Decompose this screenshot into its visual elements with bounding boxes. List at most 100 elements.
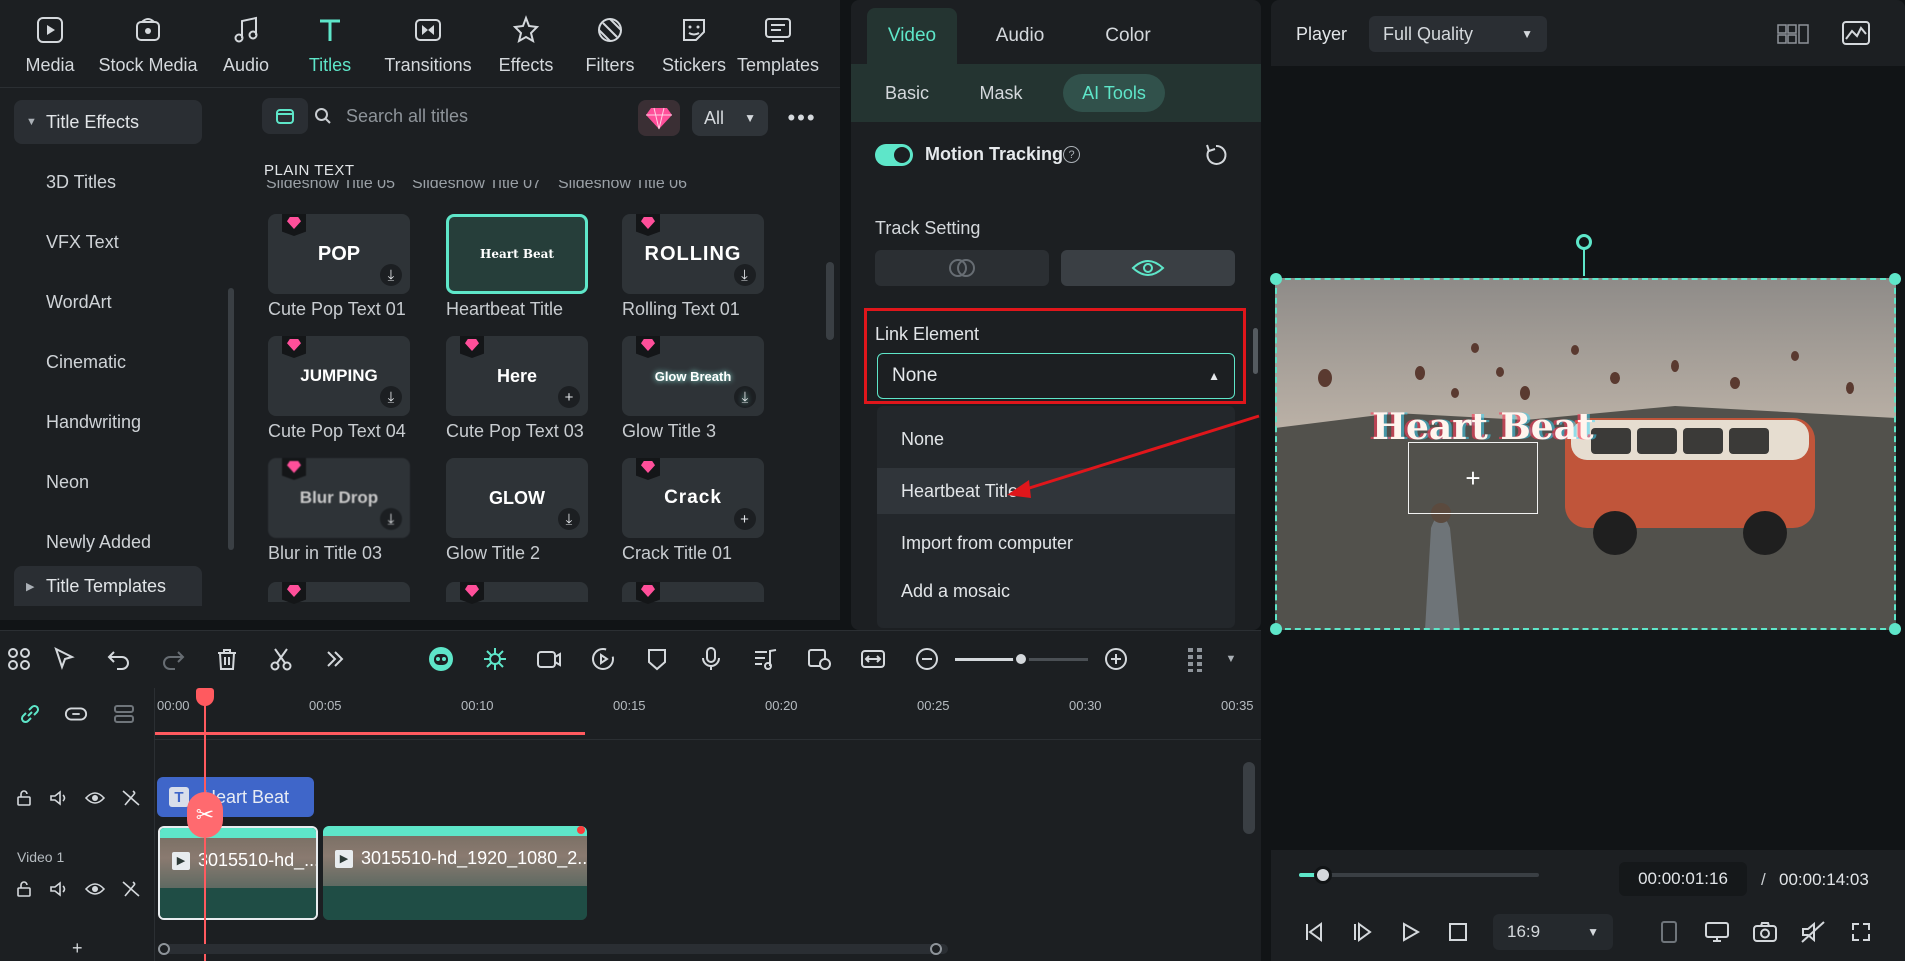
eye-icon[interactable] bbox=[83, 877, 107, 901]
ai-video-button[interactable] bbox=[534, 644, 564, 674]
subtab-ai-tools[interactable]: AI Tools bbox=[1063, 74, 1165, 112]
download-icon[interactable]: ⤓ bbox=[558, 508, 580, 530]
redo-button[interactable] bbox=[158, 644, 188, 674]
next-frame-button[interactable] bbox=[1348, 918, 1376, 946]
motion-tracking-target-box[interactable]: + bbox=[1408, 442, 1538, 514]
snapshot-button[interactable] bbox=[1751, 918, 1779, 946]
title-tile-cute-pop-text-04[interactable]: JUMPING ⤓ bbox=[268, 336, 410, 416]
audio-mixer-button[interactable] bbox=[750, 644, 780, 674]
select-tool-button[interactable] bbox=[50, 644, 80, 674]
sidebar-item-handwriting[interactable]: Handwriting bbox=[0, 400, 220, 444]
delete-button[interactable] bbox=[212, 644, 242, 674]
more-options-button[interactable]: ••• bbox=[782, 100, 822, 136]
render-preview-button[interactable] bbox=[588, 644, 618, 674]
video-clip[interactable]: ▶ 3015510-hd_1920_1080_2... bbox=[323, 826, 587, 920]
title-tile-blur-in-title-03[interactable]: Blur Drop ⤓ bbox=[268, 458, 410, 538]
search-input[interactable]: Search all titles bbox=[314, 98, 554, 134]
tab-stock-media[interactable]: Stock Media bbox=[92, 0, 204, 88]
zoom-slider-knob[interactable] bbox=[1013, 651, 1029, 667]
title-clip[interactable]: T Heart Beat bbox=[157, 777, 314, 817]
download-icon[interactable]: ⤓ bbox=[380, 264, 402, 286]
sidebar-item-3d-titles[interactable]: 3D Titles bbox=[0, 160, 220, 204]
tab-templates[interactable]: Templates bbox=[736, 0, 820, 88]
timeline-options-button[interactable] bbox=[1180, 644, 1210, 674]
playhead-handle[interactable] bbox=[196, 688, 214, 706]
track-setting-mode-b-button[interactable] bbox=[1061, 250, 1235, 286]
undo-button[interactable] bbox=[104, 644, 134, 674]
tab-color[interactable]: Color bbox=[1083, 8, 1173, 64]
play-button[interactable] bbox=[1396, 918, 1424, 946]
tab-stickers[interactable]: Stickers bbox=[652, 0, 736, 88]
tab-effects[interactable]: Effects bbox=[484, 0, 568, 88]
lock-icon[interactable] bbox=[12, 877, 36, 901]
marker-button[interactable] bbox=[642, 644, 672, 674]
title-tile-partial[interactable] bbox=[446, 582, 588, 604]
group-link-icon[interactable] bbox=[64, 702, 88, 726]
sidebar-item-cinematic[interactable]: Cinematic bbox=[0, 340, 220, 384]
tab-transitions[interactable]: Transitions bbox=[372, 0, 484, 88]
resize-handle[interactable] bbox=[1270, 623, 1282, 635]
tab-filters[interactable]: Filters bbox=[568, 0, 652, 88]
layout-grid-icon[interactable] bbox=[1777, 22, 1809, 46]
sidebar-item-vfx-text[interactable]: VFX Text bbox=[0, 220, 220, 264]
link-element-dropdown[interactable]: None ▲ bbox=[877, 353, 1235, 399]
mute-button[interactable] bbox=[1799, 918, 1827, 946]
scopes-icon[interactable] bbox=[1841, 20, 1871, 46]
download-icon[interactable]: ⤓ bbox=[734, 264, 756, 286]
fit-timeline-button[interactable] bbox=[858, 644, 888, 674]
link-icon[interactable] bbox=[18, 702, 42, 726]
resize-handle[interactable] bbox=[1889, 623, 1901, 635]
titles-grid-scrollbar[interactable] bbox=[826, 262, 834, 340]
tab-media[interactable]: Media bbox=[8, 0, 92, 88]
timeline-ruler[interactable] bbox=[155, 688, 1261, 740]
eye-icon[interactable] bbox=[83, 786, 107, 810]
add-icon[interactable]: + bbox=[734, 508, 756, 530]
sidebar-item-title-effects[interactable]: ▼ Title Effects bbox=[14, 100, 202, 144]
playback-scrubber[interactable] bbox=[1314, 866, 1332, 884]
download-icon[interactable]: ⤓ bbox=[380, 386, 402, 408]
previous-frame-button[interactable] bbox=[1300, 918, 1328, 946]
auto-reframe-button[interactable] bbox=[804, 644, 834, 674]
scrollbar-handle-left[interactable] bbox=[158, 943, 170, 955]
subtab-mask[interactable]: Mask bbox=[963, 74, 1039, 112]
split-at-playhead-button[interactable]: ✂ bbox=[187, 792, 223, 838]
record-voiceover-button[interactable] bbox=[696, 644, 726, 674]
chevron-down-icon[interactable]: ▼ bbox=[1216, 644, 1246, 674]
sidebar-item-neon[interactable]: Neon bbox=[0, 460, 220, 504]
rotate-handle[interactable] bbox=[1576, 234, 1592, 250]
timeline-horizontal-scrollbar[interactable] bbox=[158, 943, 948, 955]
title-tile-heartbeat-title[interactable]: Heart Beat bbox=[446, 214, 588, 294]
tab-audio[interactable]: Audio bbox=[975, 8, 1065, 64]
zoom-in-button[interactable] bbox=[1101, 644, 1131, 674]
track-setting-mode-a-button[interactable] bbox=[875, 250, 1049, 286]
magic-wand-off-icon[interactable] bbox=[119, 786, 143, 810]
title-tile-partial[interactable] bbox=[622, 582, 764, 604]
tab-titles[interactable]: Titles bbox=[288, 0, 372, 88]
title-tile-cute-pop-text-01[interactable]: POP ⤓ bbox=[268, 214, 410, 294]
add-icon[interactable]: + bbox=[558, 386, 580, 408]
title-tile-rolling-text-01[interactable]: ROLLING ⤓ bbox=[622, 214, 764, 294]
stop-button[interactable] bbox=[1444, 918, 1472, 946]
split-button[interactable] bbox=[266, 644, 296, 674]
magic-wand-off-icon[interactable] bbox=[119, 877, 143, 901]
more-tools-button[interactable] bbox=[320, 644, 350, 674]
scrollbar-handle-right[interactable] bbox=[930, 943, 942, 955]
menu-item-add-a-mosaic[interactable]: Add a mosaic bbox=[877, 568, 1235, 614]
playback-progress-track[interactable] bbox=[1299, 873, 1539, 877]
download-icon[interactable]: ⤓ bbox=[734, 386, 756, 408]
layout-button[interactable] bbox=[4, 644, 34, 674]
speaker-icon[interactable] bbox=[47, 786, 71, 810]
tab-video[interactable]: Video bbox=[867, 8, 957, 64]
display-settings-button[interactable] bbox=[1703, 918, 1731, 946]
preview-selection-box[interactable] bbox=[1270, 273, 1901, 635]
resize-handle[interactable] bbox=[1270, 273, 1282, 285]
title-tile-partial[interactable] bbox=[268, 582, 410, 604]
fullscreen-button[interactable] bbox=[1847, 918, 1875, 946]
reset-icon[interactable] bbox=[1203, 142, 1229, 168]
title-tile-cute-pop-text-03[interactable]: Here + bbox=[446, 336, 588, 416]
aspect-ratio-dropdown[interactable]: 16:9 ▼ bbox=[1493, 914, 1613, 950]
timeline-vertical-scrollbar[interactable] bbox=[1243, 762, 1255, 834]
menu-item-import-from-computer[interactable]: Import from computer bbox=[877, 520, 1235, 566]
track-arrange-icon[interactable] bbox=[112, 702, 136, 726]
resize-handle[interactable] bbox=[1889, 273, 1901, 285]
